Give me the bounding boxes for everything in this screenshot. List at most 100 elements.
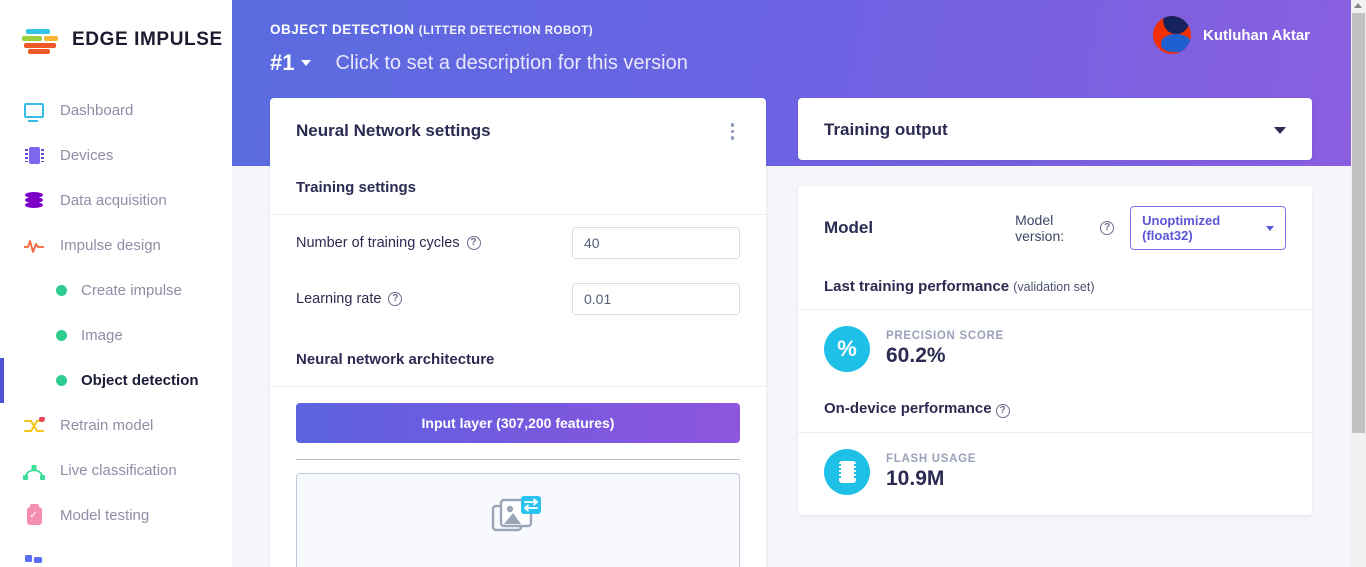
training-cycles-label: Number of training cycles ? xyxy=(296,235,481,251)
model-version-label-text: Model version: xyxy=(1015,212,1065,244)
help-icon[interactable]: ? xyxy=(1100,221,1115,235)
data-augmentation-block[interactable] xyxy=(296,472,740,567)
chevron-down-icon xyxy=(1266,225,1274,231)
field-label-text: Learning rate xyxy=(296,290,382,307)
sidebar-item-label: Image xyxy=(81,327,123,344)
version-number: #1 xyxy=(270,50,295,75)
sidebar-item-dashboard[interactable]: Dashboard xyxy=(0,88,232,133)
sidebar-item-label: Live classification xyxy=(60,462,177,479)
monitor-icon xyxy=(22,99,46,123)
breadcrumb-main: OBJECT DETECTION xyxy=(270,22,415,37)
training-output-panel: Training output xyxy=(798,98,1312,160)
model-panel: Model Model version: ? Unoptimized (floa… xyxy=(798,186,1312,515)
nn-panel-header: Neural Network settings xyxy=(270,98,766,163)
learning-rate-input[interactable]: 0.01 xyxy=(572,282,740,315)
user-menu[interactable]: Kutluhan Aktar xyxy=(1153,16,1310,54)
on-device-label-text: On-device performance xyxy=(824,400,992,417)
sidebar-item-image[interactable]: Image xyxy=(0,313,232,358)
sidebar-item-partial-bottom[interactable] xyxy=(0,538,232,567)
model-version-value: Unoptimized (float32) xyxy=(1142,213,1221,243)
dot-icon xyxy=(56,285,67,296)
chip-icon xyxy=(22,144,46,168)
learning-rate-row: Learning rate ? 0.01 xyxy=(270,271,766,327)
sidebar-item-model-testing[interactable]: Model testing xyxy=(0,493,232,538)
model-version-label: Model version: ? xyxy=(1015,212,1115,244)
sidebar-item-label: Impulse design xyxy=(60,237,161,254)
brand-logo[interactable]: EDGE IMPULSE xyxy=(0,0,232,58)
metric-value: 60.2% xyxy=(886,344,946,367)
help-icon[interactable]: ? xyxy=(995,404,1010,418)
model-version-select[interactable]: Unoptimized (float32) xyxy=(1130,206,1286,250)
metric-text: PRECISION SCORE 60.2% xyxy=(886,330,1004,368)
sidebar-item-create-impulse[interactable]: Create impulse xyxy=(0,268,232,313)
panel-title: Training output xyxy=(824,120,948,139)
main-content: OBJECT DETECTION (LITTER DETECTION ROBOT… xyxy=(232,0,1366,567)
sidebar-item-label: Dashboard xyxy=(60,102,134,119)
version-selector[interactable]: #1 xyxy=(270,50,312,76)
last-training-note: (validation set) xyxy=(1013,280,1095,294)
breadcrumb-project: (LITTER DETECTION ROBOT) xyxy=(418,25,594,37)
flash-usage-metric: FLASH USAGE 10.9M xyxy=(798,433,1312,511)
sidebar-item-live-classification[interactable]: Live classification xyxy=(0,448,232,493)
input-layer-block[interactable]: Input layer (307,200 features) xyxy=(296,402,740,443)
learning-rate-label: Learning rate ? xyxy=(296,290,403,307)
sidebar-item-devices[interactable]: Devices xyxy=(0,133,232,178)
deployment-icon xyxy=(22,549,46,567)
chip-icon xyxy=(824,449,870,495)
model-header: Model Model version: ? Unoptimized (floa… xyxy=(798,186,1312,266)
right-column: Training output Model Model version: ? U… xyxy=(798,98,1312,567)
sidebar-item-impulse-design[interactable]: Impulse design xyxy=(0,223,232,268)
main-scroll-thumb[interactable] xyxy=(1352,13,1365,433)
chevron-down-icon[interactable] xyxy=(1274,126,1286,134)
sidebar-item-retrain-model[interactable]: Retrain model xyxy=(0,403,232,448)
last-training-performance-label: Last training performance (validation se… xyxy=(798,266,1312,310)
metric-caption: PRECISION SCORE xyxy=(886,330,1004,342)
image-augmentation-icon xyxy=(491,494,545,538)
sidebar-nav: Dashboard Devices Data acquisition Impul… xyxy=(0,88,232,567)
app-root: EDGE IMPULSE Dashboard Devices Data acqu… xyxy=(0,0,1366,567)
model-title: Model xyxy=(824,218,874,237)
architecture-body: Input layer (307,200 features) xyxy=(270,387,766,567)
panel-title: Neural Network settings xyxy=(296,121,491,141)
metric-caption: FLASH USAGE xyxy=(886,453,977,465)
version-description[interactable]: Click to set a description for this vers… xyxy=(335,52,687,75)
on-device-performance-label: On-device performance ? xyxy=(798,388,1312,433)
shuffle-icon xyxy=(22,414,46,438)
help-icon[interactable]: ? xyxy=(388,291,403,306)
sidebar-item-label: Model testing xyxy=(60,507,150,524)
sidebar: EDGE IMPULSE Dashboard Devices Data acqu… xyxy=(0,0,232,567)
brand-name: EDGE IMPULSE xyxy=(72,29,223,50)
sidebar-item-data-acquisition[interactable]: Data acquisition xyxy=(0,178,232,223)
help-icon[interactable]: ? xyxy=(466,235,481,250)
clipboard-check-icon xyxy=(22,503,46,528)
nodes-icon xyxy=(22,459,46,483)
sidebar-item-label: Create impulse xyxy=(81,282,182,299)
database-icon xyxy=(22,189,46,213)
training-cycles-input[interactable]: 40 xyxy=(572,226,740,259)
pulse-icon xyxy=(22,234,46,258)
neural-network-settings-panel: Neural Network settings Training setting… xyxy=(270,98,766,567)
dot-icon xyxy=(56,375,67,386)
chevron-down-icon xyxy=(301,60,312,66)
user-name: Kutluhan Aktar xyxy=(1203,26,1310,44)
sidebar-item-label: Object detection xyxy=(81,372,199,389)
main-scrollbar[interactable] xyxy=(1351,0,1366,567)
dot-icon xyxy=(56,330,67,341)
field-label-text: Number of training cycles xyxy=(296,234,460,251)
sidebar-item-label: Data acquisition xyxy=(60,192,167,209)
percent-icon: % xyxy=(824,326,870,372)
training-output-header[interactable]: Training output xyxy=(798,98,1312,160)
sidebar-item-object-detection[interactable]: Object detection xyxy=(0,358,232,403)
kebab-menu-icon[interactable] xyxy=(725,120,741,143)
divider xyxy=(296,458,740,460)
avatar xyxy=(1153,16,1192,54)
metric-value: 10.9M xyxy=(886,467,945,490)
panels-container: Neural Network settings Training setting… xyxy=(270,98,1312,567)
sidebar-item-label: Retrain model xyxy=(60,417,154,434)
architecture-label: Neural network architecture xyxy=(270,327,766,387)
metric-text: FLASH USAGE 10.9M xyxy=(886,453,976,491)
last-training-label-text: Last training performance xyxy=(824,278,1010,295)
sidebar-item-label: Devices xyxy=(60,147,114,164)
training-settings-label: Training settings xyxy=(270,163,766,215)
scroll-up-arrow-icon[interactable] xyxy=(1354,3,1362,8)
